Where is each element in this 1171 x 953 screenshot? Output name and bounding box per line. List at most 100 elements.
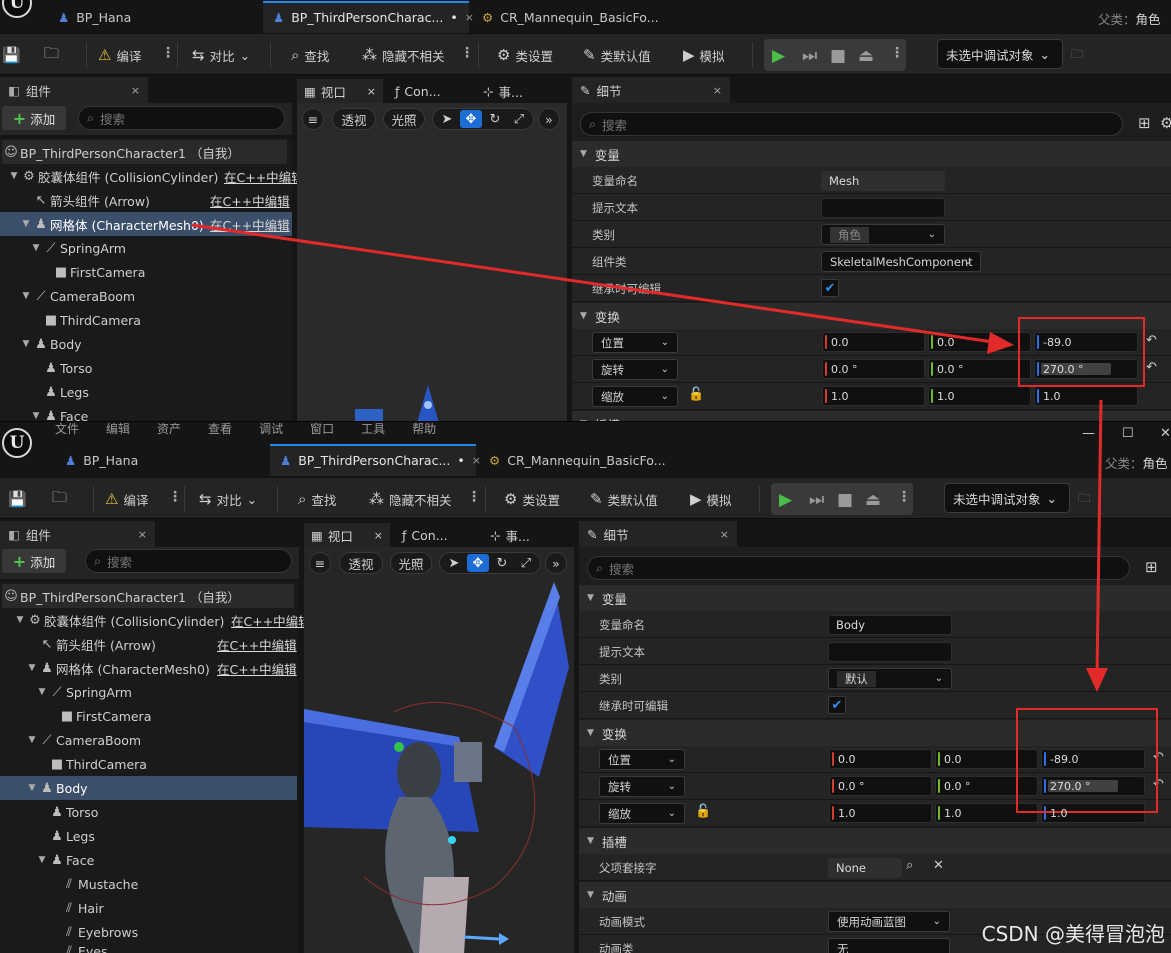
step-icon[interactable]: ⏭ bbox=[809, 490, 824, 510]
edit-in-cpp-link[interactable]: 在C++中编辑 bbox=[210, 191, 290, 210]
select-icon[interactable]: ➤ bbox=[436, 110, 458, 128]
tree-item-springarm[interactable]: ▼ ⟋ SpringArm bbox=[36, 680, 132, 704]
scale-y-field[interactable]: 1.0 bbox=[928, 386, 1031, 406]
lit-button[interactable]: 光照 bbox=[383, 108, 425, 130]
category-variable[interactable]: ▼ 变量 bbox=[579, 585, 1171, 611]
details-tab[interactable]: ✎ 细节 × bbox=[572, 77, 730, 103]
find-button[interactable]: ⌕ 查找 bbox=[291, 44, 329, 66]
viewport-more-button[interactable]: » bbox=[538, 108, 560, 130]
compile-button[interactable]: ⚠ 编译 bbox=[105, 488, 148, 510]
table-view-icon[interactable]: ⊞ bbox=[1138, 114, 1151, 132]
rotation-mode-dropdown[interactable]: 旋转 ⌄ bbox=[599, 776, 685, 797]
location-y-field[interactable]: 0.0 bbox=[928, 332, 1031, 352]
tree-item-springarm[interactable]: ▼ ⟋ SpringArm bbox=[30, 236, 126, 260]
tree-item-torso[interactable]: ♟ Torso bbox=[42, 356, 92, 380]
compile-options-button[interactable]: ⋮ bbox=[161, 45, 175, 61]
tree-item-firstcamera[interactable]: ■ FirstCamera bbox=[52, 260, 146, 284]
rotation-x-field[interactable]: 0.0 ° bbox=[829, 776, 932, 796]
save-button[interactable]: 💾 bbox=[2, 44, 21, 66]
stop-icon[interactable]: ■ bbox=[837, 490, 853, 510]
components-tab[interactable]: ◧ 组件 × bbox=[0, 77, 148, 103]
lock-icon[interactable]: 🔓 bbox=[688, 387, 704, 402]
play-icon[interactable]: ▶ bbox=[779, 490, 792, 510]
viewport-canvas[interactable]: ≡ 透视 光照 ➤ ✥ ↻ ⤢ » bbox=[304, 547, 574, 953]
variable-name-field[interactable]: Mesh bbox=[821, 171, 945, 191]
expand-arrow-icon[interactable]: ▼ bbox=[26, 735, 38, 745]
category-variable[interactable]: ▼ 变量 bbox=[572, 141, 1171, 167]
tree-item-mesh[interactable]: ▼ ♟ 网格体 (CharacterMesh0) 在C++中编辑 bbox=[0, 212, 292, 236]
expand-arrow-icon[interactable]: ▼ bbox=[26, 663, 38, 673]
expand-arrow-icon[interactable]: ▼ bbox=[20, 339, 32, 349]
expand-arrow-icon[interactable]: ▼ bbox=[8, 171, 20, 181]
menu-debug[interactable]: 调试 bbox=[259, 422, 283, 436]
more-options-button[interactable]: ⋮ bbox=[460, 45, 474, 61]
tree-item-root[interactable]: ☺ BP_ThirdPersonCharacter1 （自我） bbox=[2, 584, 294, 608]
viewport-canvas[interactable]: ≡ 透视 光照 ➤ ✥ ↻ ⤢ » bbox=[297, 103, 567, 424]
select-icon[interactable]: ➤ bbox=[443, 554, 465, 572]
rotation-x-field[interactable]: 0.0 ° bbox=[822, 359, 925, 379]
category-socket[interactable]: ▼插槽 bbox=[579, 828, 1171, 854]
maximize-button[interactable]: ☐ bbox=[1122, 426, 1134, 441]
scale-icon[interactable]: ⤢ bbox=[515, 554, 537, 572]
add-component-button[interactable]: + 添加 bbox=[2, 106, 66, 130]
component-search-input[interactable]: ⌕ 搜索 bbox=[78, 106, 285, 130]
menu-asset[interactable]: 资产 bbox=[157, 422, 181, 436]
expand-arrow-icon[interactable]: ▼ bbox=[26, 783, 38, 793]
move-icon[interactable]: ✥ bbox=[460, 110, 482, 128]
more-options-button[interactable]: ⋮ bbox=[467, 489, 481, 505]
expand-arrow-icon[interactable]: ▼ bbox=[20, 219, 32, 229]
simulate-button[interactable]: ▶ 模拟 bbox=[683, 44, 725, 66]
browse-socket-icon[interactable]: ⌕ bbox=[906, 858, 913, 873]
hide-unrelated-button[interactable]: ⁂ 隐藏不相关 bbox=[362, 44, 445, 66]
scale-mode-dropdown[interactable]: 缩放 ⌄ bbox=[592, 386, 678, 407]
tree-item-mustache[interactable]: ⫽ Mustache bbox=[60, 872, 138, 896]
tree-item-body[interactable]: ▼ ♟ Body bbox=[0, 776, 297, 800]
debug-target-select[interactable]: 未选中调试对象 ⌄ bbox=[944, 483, 1070, 513]
tab-bp-hana[interactable]: ♟ BP_Hana bbox=[55, 444, 148, 476]
expand-arrow-icon[interactable]: ▼ bbox=[30, 411, 42, 421]
tree-item-body[interactable]: ▼ ♟ Body bbox=[20, 332, 82, 356]
stop-icon[interactable]: ■ bbox=[830, 46, 846, 66]
scale-icon[interactable]: ⤢ bbox=[508, 110, 530, 128]
menu-window[interactable]: 窗口 bbox=[310, 422, 334, 436]
scale-x-field[interactable]: 1.0 bbox=[822, 386, 925, 406]
close-icon[interactable]: × bbox=[138, 528, 147, 541]
eject-icon[interactable]: ⏏ bbox=[865, 490, 881, 510]
tab-cr-mannequin[interactable]: ⚙ CR_Mannequin_BasicFo... bbox=[472, 1, 669, 33]
expand-arrow-icon[interactable]: ▼ bbox=[30, 243, 42, 253]
edit-in-cpp-link[interactable]: 在C++中编辑 bbox=[210, 215, 290, 234]
tab-viewport[interactable]: ▦ 视口 × bbox=[304, 523, 390, 547]
play-icon[interactable]: ▶ bbox=[772, 46, 785, 66]
location-mode-dropdown[interactable]: 位置 ⌄ bbox=[599, 749, 685, 770]
close-icon[interactable]: × bbox=[131, 84, 140, 97]
viewport-menu-button[interactable]: ≡ bbox=[309, 552, 331, 574]
eject-icon[interactable]: ⏏ bbox=[858, 46, 874, 66]
browse-button[interactable]: 🗀 bbox=[52, 488, 67, 510]
minimize-button[interactable]: — bbox=[1082, 426, 1095, 441]
tree-item-mesh[interactable]: ▼ ♟ 网格体 (CharacterMesh0) 在C++中编辑 bbox=[26, 656, 297, 680]
reset-icon[interactable]: ↶ bbox=[1146, 333, 1157, 348]
close-icon[interactable]: × bbox=[367, 85, 376, 98]
reset-icon[interactable]: ↶ bbox=[1146, 360, 1157, 375]
category-dropdown[interactable]: 默认 ⌄ bbox=[828, 668, 952, 689]
tree-item-arrow[interactable]: ↖ 箭头组件 (Arrow) 在C++中编辑 bbox=[38, 632, 297, 656]
tree-item-thirdcamera[interactable]: ■ ThirdCamera bbox=[42, 308, 141, 332]
table-view-icon[interactable]: ⊞ bbox=[1145, 558, 1158, 576]
expand-arrow-icon[interactable]: ▼ bbox=[36, 855, 48, 865]
menu-tools[interactable]: 工具 bbox=[361, 422, 385, 436]
clear-icon[interactable]: ✕ bbox=[933, 858, 944, 873]
tab-event-graph[interactable]: ⊹ 事... bbox=[476, 79, 530, 103]
tree-item-root[interactable]: ☺ BP_ThirdPersonCharacter1 （自我） bbox=[2, 140, 287, 164]
tree-item-capsule[interactable]: ▼ ⚙ 胶囊体组件 (CollisionCylinder) 在C++中编辑 bbox=[8, 164, 304, 188]
close-icon[interactable]: × bbox=[374, 529, 383, 542]
expand-arrow-icon[interactable]: ▼ bbox=[36, 687, 48, 697]
location-x-field[interactable]: 0.0 bbox=[829, 749, 932, 769]
expand-arrow-icon[interactable]: ▼ bbox=[20, 291, 32, 301]
play-options-button[interactable]: ⋮ bbox=[897, 489, 911, 505]
tree-item-legs[interactable]: ♟ Legs bbox=[42, 380, 89, 404]
tab-bp-thirdperson[interactable]: ♟ BP_ThirdPersonCharac... • × bbox=[270, 444, 481, 476]
menu-view[interactable]: 查看 bbox=[208, 422, 232, 436]
find-button[interactable]: ⌕ 查找 bbox=[298, 488, 336, 510]
hide-unrelated-button[interactable]: ⁂ 隐藏不相关 bbox=[369, 488, 452, 510]
class-defaults-button[interactable]: ✎ 类默认值 bbox=[590, 488, 658, 510]
